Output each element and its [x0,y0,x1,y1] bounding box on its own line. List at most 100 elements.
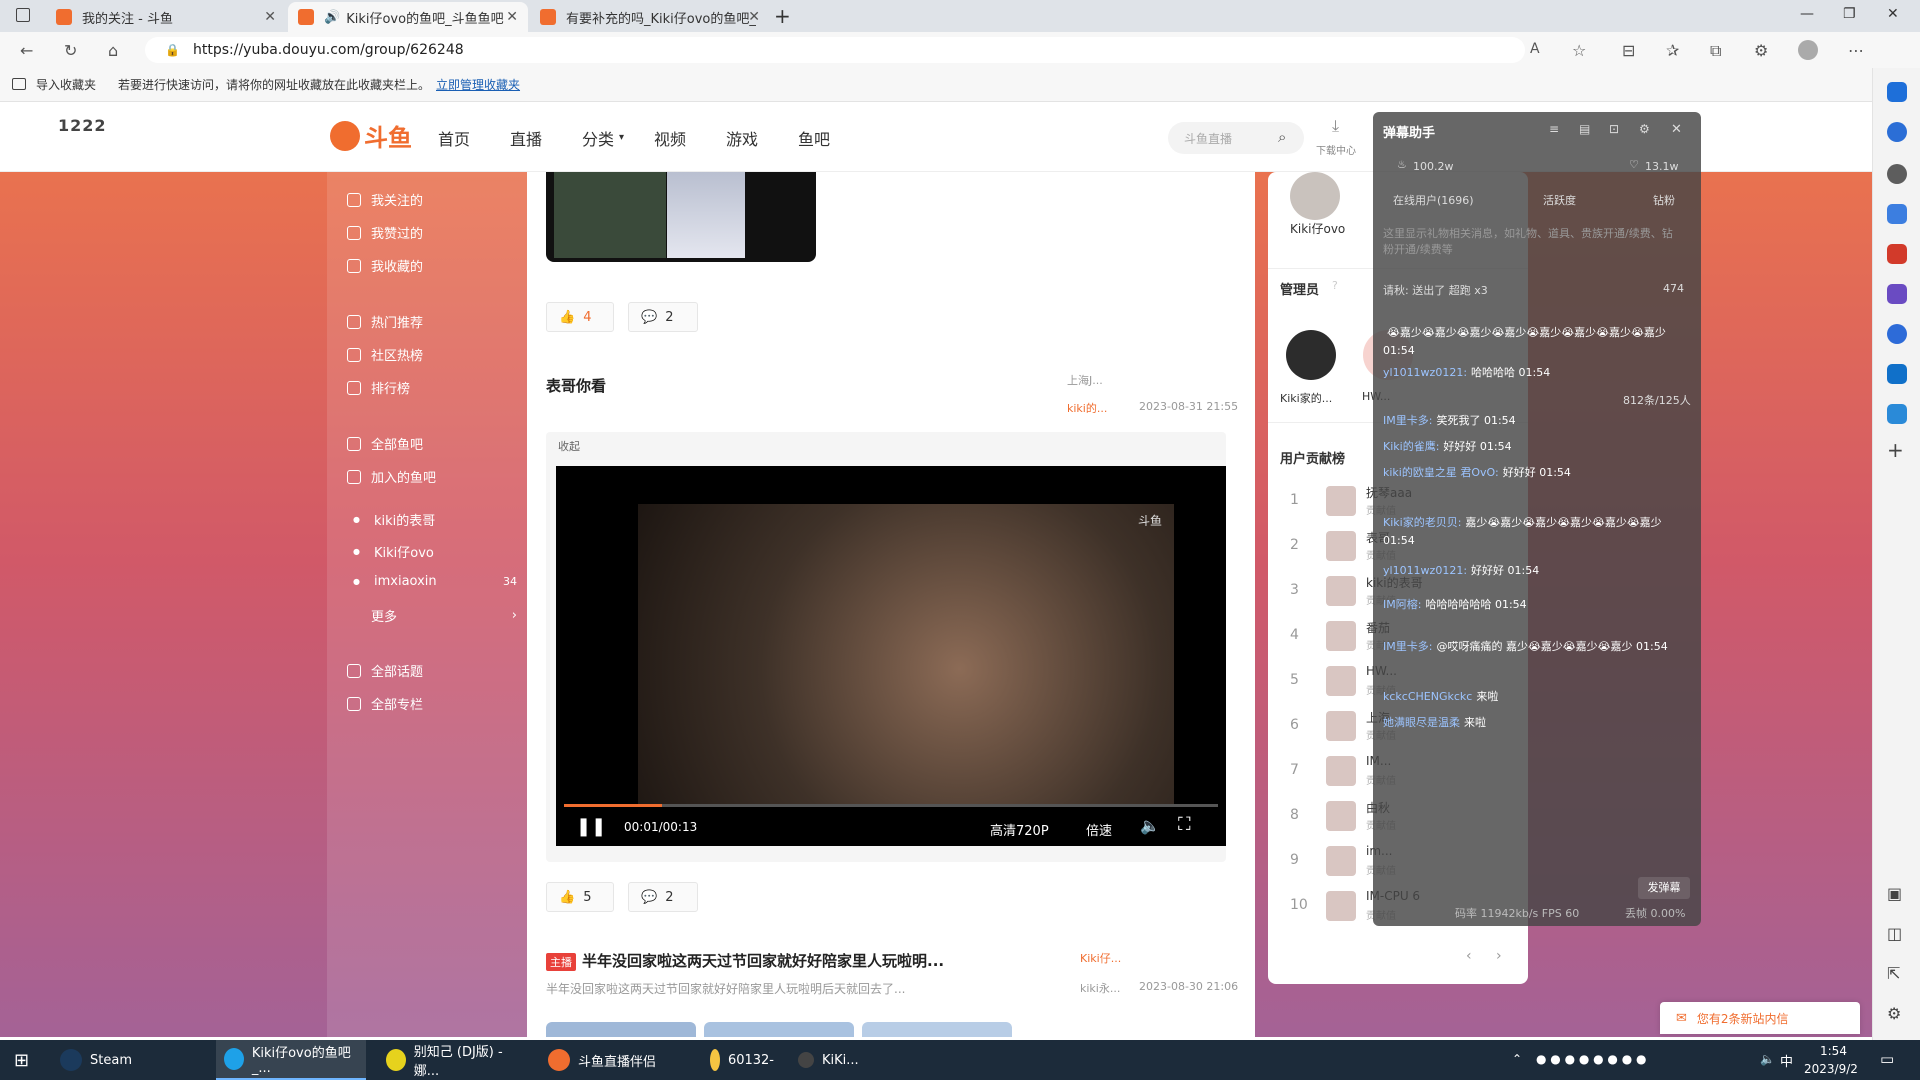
download-icon[interactable]: ⤓ [1332,116,1339,136]
settings-icon[interactable]: ⚙ [1639,122,1650,136]
nav-home[interactable]: 首页 [438,126,470,150]
douyu-logo[interactable]: 斗鱼 [330,118,412,153]
sidebar-item-columns[interactable]: 全部专栏 [347,694,423,713]
refresh-icon[interactable]: ↻ [64,41,77,60]
taskbar-app[interactable]: 60132- [702,1040,782,1080]
speed-button[interactable]: 倍速 [1086,820,1112,839]
taskbar-edge[interactable]: Kiki仔ovo的鱼吧_... [216,1040,366,1080]
sidebar-item-topics[interactable]: 全部话题 [347,661,423,680]
games-icon[interactable] [1887,284,1907,304]
bing-icon[interactable] [1887,82,1907,102]
outlook-icon[interactable] [1887,364,1907,384]
site-search-box[interactable]: 斗鱼直播 ⌕ [1168,122,1304,154]
send-danmu-button[interactable]: 发弹幕 [1638,877,1690,899]
add-icon[interactable]: + [1887,438,1904,462]
collapse-button[interactable]: 收起 [558,438,580,454]
owner-avatar[interactable] [1290,172,1340,220]
tab-activity[interactable]: 活跃度 [1543,192,1576,208]
taskbar-douyu[interactable]: 斗鱼直播伴侣 [540,1040,690,1080]
fullscreen-icon[interactable]: ⛶ [1178,814,1191,835]
post1-image[interactable] [546,172,816,262]
collections-icon[interactable]: ⧉ [1710,41,1721,61]
nav-video[interactable]: 视频 [654,126,686,150]
lock-icon[interactable]: ⊡ [1609,122,1619,136]
post3-title[interactable]: 半年没回家啦这两天过节回家就好好陪家里人玩啦明... [582,950,944,971]
new-tab-icon[interactable]: + [774,4,791,28]
toolbox-icon[interactable] [1887,244,1907,264]
admin-name[interactable]: Kiki家的... [1280,390,1332,406]
post2-comment-button[interactable]: 💬 2 [628,882,698,912]
post3-author[interactable]: kiki永... [1080,980,1120,996]
post2-author[interactable]: kiki的... [1067,400,1107,416]
taskbar-kiki[interactable]: KiKi... [790,1040,870,1080]
clock-date[interactable]: 2023/9/2 [1804,1062,1858,1076]
sidebar-item-collected[interactable]: 我收藏的 [347,256,423,275]
post3-image[interactable] [704,1022,854,1037]
video-progress-track[interactable] [564,804,1218,807]
help-icon[interactable]: ? [1332,279,1338,292]
sidebar-bar-3[interactable]: ● imxiaoxin 34 [353,574,517,589]
danmu-user[interactable]: kckcCHENGkckc [1383,690,1472,703]
owner-name[interactable]: Kiki仔ovo [1290,220,1345,237]
manage-favorites-link[interactable]: 立即管理收藏夹 [436,68,520,102]
post3-image[interactable] [546,1022,696,1037]
danmu-user[interactable]: yl1011wz0121: [1383,366,1467,379]
admin-avatar[interactable] [1286,330,1336,380]
nav-live[interactable]: 直播 [510,126,542,150]
filter-icon[interactable]: ≡ [1549,122,1559,136]
windows-start-icon[interactable]: ⊞ [14,1050,29,1071]
clock-time[interactable]: 1:54 [1820,1044,1847,1058]
taskbar-steam[interactable]: Steam [52,1040,180,1080]
danmu-user[interactable]: IM阿榕: [1383,598,1421,611]
post1-comment-button[interactable]: 💬 2 [628,302,698,332]
restore-icon[interactable]: ❐ [1843,6,1856,22]
window-close-icon[interactable]: ✕ [1887,6,1899,22]
sidebar-item-hot[interactable]: 热门推荐 [347,312,423,331]
danmu-user[interactable]: Kiki家的老贝贝: [1383,516,1461,529]
tab-online-users[interactable]: 在线用户(1696) [1393,192,1474,208]
notifications-icon[interactable] [1887,122,1907,142]
more-menu-icon[interactable]: ⋯ [1848,41,1864,60]
close-icon[interactable]: ✕ [264,9,276,25]
tray-chevron-icon[interactable]: ⌃ [1512,1052,1522,1066]
office-icon[interactable] [1887,324,1907,344]
quality-button[interactable]: 高清720P [990,820,1049,839]
notification-center-icon[interactable]: ▭ [1880,1050,1894,1068]
sidebar-toggle-icon[interactable]: ◫ [1887,924,1902,943]
search-icon[interactable] [1887,164,1907,184]
volume-icon[interactable]: 🔈 [1140,816,1160,835]
speaker-icon[interactable]: 🔊 [324,10,340,25]
split-screen-icon[interactable]: ⊟ [1622,41,1635,60]
extensions-icon[interactable]: ⚙ [1754,41,1768,60]
pager-prev[interactable]: ‹ [1466,948,1472,964]
tab-1[interactable]: 我的关注 - 斗鱼 ✕ [46,2,286,32]
download-center-label[interactable]: 下载中心 [1316,142,1356,157]
favorite-star-icon[interactable]: ☆ [1572,41,1586,60]
pager-next[interactable]: › [1496,948,1502,964]
pause-icon[interactable]: ❚❚ [576,816,606,837]
home-icon[interactable]: ⌂ [108,41,118,60]
nav-yuba[interactable]: 鱼吧 [798,126,830,150]
post1-like-button[interactable]: 👍 4 [546,302,614,332]
danmu-user[interactable]: kiki的欧皇之星 君OvO: [1383,466,1499,479]
taskbar-music[interactable]: 别知己 (DJ版) - 娜... [378,1040,528,1080]
danmu-user[interactable]: 她满眼尽是温柔 [1383,716,1460,729]
lock-icon[interactable]: 🔒 [165,37,180,63]
danmu-user[interactable]: IM里卡多: [1383,640,1432,653]
danmu-user[interactable]: Kiki的雀鹰: [1383,440,1439,453]
url-field[interactable]: 🔒 https://yuba.douyu.com/group/626248 [145,37,1525,63]
post2-like-button[interactable]: 👍 5 [546,882,614,912]
tag-icon[interactable] [1887,204,1907,224]
sidebar-item-liked[interactable]: 我赞过的 [347,223,423,242]
post3-image[interactable] [862,1022,1012,1037]
tab-3[interactable]: 有要补充的吗_Kiki仔ovo的鱼吧_ ✕ [530,2,770,32]
settings-gear-icon[interactable]: ⚙ [1887,1004,1901,1023]
danmu-assistant-window[interactable]: 弹幕助手 ≡ ▤ ⊡ ⚙ ✕ ♨ 100.2w ♡ 13.1w 在线用户(169… [1373,112,1701,926]
import-favorites-link[interactable]: 导入收藏夹 [36,68,96,102]
sidebar-item-following[interactable]: 我关注的 [347,190,423,209]
favorites-icon[interactable]: ✰ [1666,41,1679,60]
sidebar-item-joined[interactable]: 加入的鱼吧 [347,467,436,486]
tray-apps-icon[interactable]: ● ● ● ● ● ● ● ● [1536,1052,1646,1066]
inbox-notification[interactable]: ✉ 您有2条新站内信 [1660,1002,1860,1034]
sidebar-item-trending[interactable]: 社区热榜 [347,345,423,364]
